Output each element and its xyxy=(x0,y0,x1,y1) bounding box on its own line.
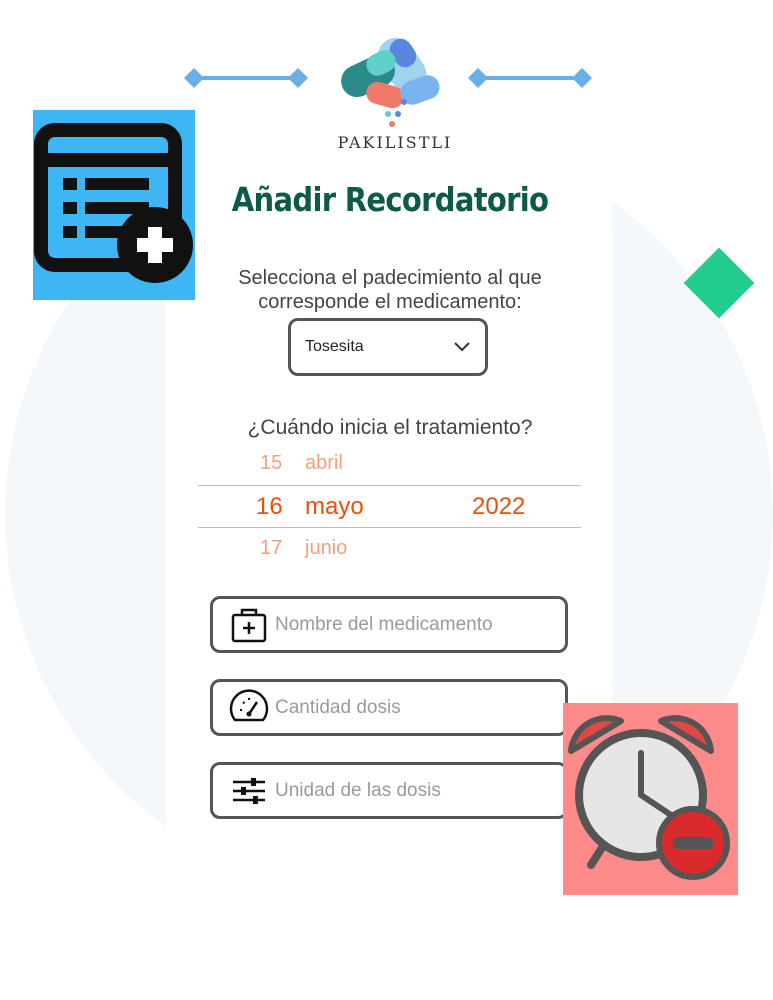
page-title: Añadir Recordatorio xyxy=(231,180,549,219)
date-prev-day: 15 xyxy=(260,452,283,474)
dose-quantity-placeholder: Cantidad dosis xyxy=(275,696,401,718)
date-picker-divider xyxy=(198,485,581,486)
start-date-question: ¿Cuándo inicia el tratamiento? xyxy=(247,416,533,439)
pills-logo-icon xyxy=(341,37,440,127)
condition-select[interactable]: Tosesita xyxy=(288,318,488,376)
medication-name-placeholder: Nombre del medicamento xyxy=(275,613,493,635)
alarm-clock-remove-icon xyxy=(568,715,730,880)
medication-name-field[interactable]: Nombre del medicamento xyxy=(210,596,568,653)
calendar-add-sticker xyxy=(33,110,195,300)
calendar-add-icon xyxy=(34,123,193,283)
alarm-clock-sticker xyxy=(563,703,738,895)
left-decor-line xyxy=(184,68,308,88)
date-next-month: junio xyxy=(305,537,348,559)
chevron-down-icon xyxy=(454,342,470,352)
medical-kit-icon xyxy=(227,603,271,647)
date-current-year: 2022 xyxy=(472,493,526,520)
gauge-icon xyxy=(227,686,271,730)
date-next-day: 17 xyxy=(260,537,283,559)
date-picker-divider xyxy=(198,527,581,528)
brand-name: PAKILISTLI xyxy=(337,133,453,152)
right-decor-line xyxy=(468,68,592,88)
dose-quantity-field[interactable]: Cantidad dosis xyxy=(210,679,568,736)
condition-question: Selecciona el padecimiento al que corres… xyxy=(238,267,542,313)
date-row-prev[interactable]: 15 abril xyxy=(198,452,581,492)
date-current-day: 16 xyxy=(256,493,283,520)
sliders-icon xyxy=(227,769,271,813)
date-prev-month: abril xyxy=(305,452,343,474)
dose-unit-placeholder: Unidad de las dosis xyxy=(275,779,441,801)
date-current-month: mayo xyxy=(305,493,364,520)
date-row-next[interactable]: 17 junio xyxy=(198,537,581,577)
dose-unit-field[interactable]: Unidad de las dosis xyxy=(210,762,568,819)
condition-selected-value: Tosesita xyxy=(305,338,364,355)
